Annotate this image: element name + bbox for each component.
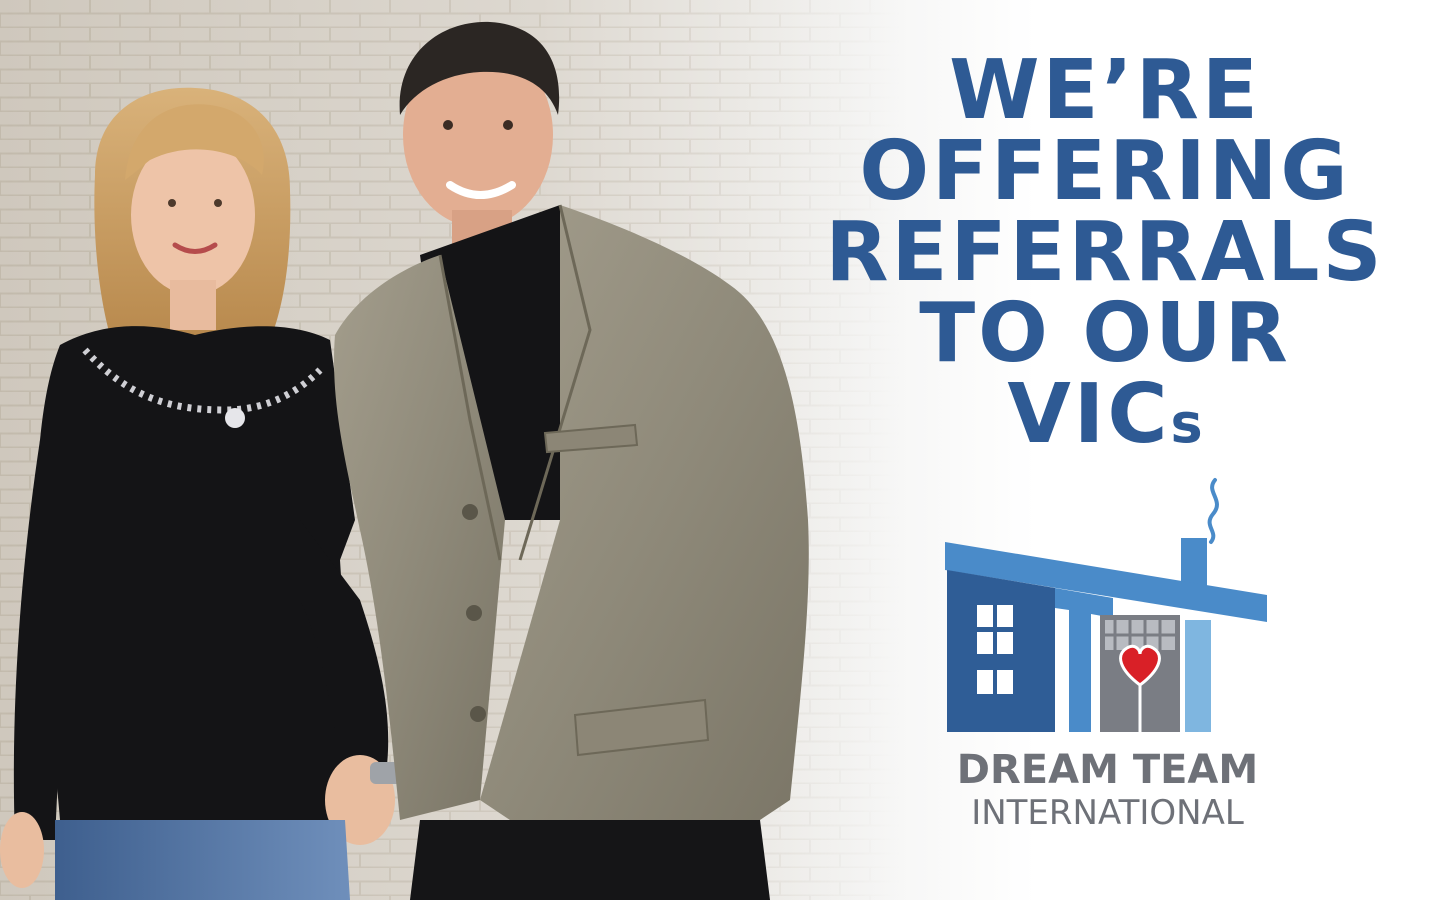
headline-vic: VIC	[1007, 367, 1171, 462]
headline-line-1: WE’RE	[949, 43, 1261, 138]
logo-text-line-2: INTERNATIONAL	[971, 793, 1244, 833]
headline-s-suffix: s	[1170, 392, 1203, 455]
headline: WE’RE OFFERING REFERRALS TO OUR VICs	[825, 50, 1385, 464]
ad-banner: WE’RE OFFERING REFERRALS TO OUR VICs DRE…	[0, 0, 1440, 900]
headline-line-5: VICs	[825, 374, 1385, 464]
headline-line-4: TO OUR	[919, 286, 1291, 381]
headline-line-3: REFERRALS	[825, 205, 1385, 300]
house-with-heart-logo-icon	[945, 478, 1267, 732]
logo-text-line-1: DREAM TEAM	[956, 747, 1259, 793]
headline-line-2: OFFERING	[859, 124, 1351, 219]
portrait-photo	[0, 0, 900, 900]
